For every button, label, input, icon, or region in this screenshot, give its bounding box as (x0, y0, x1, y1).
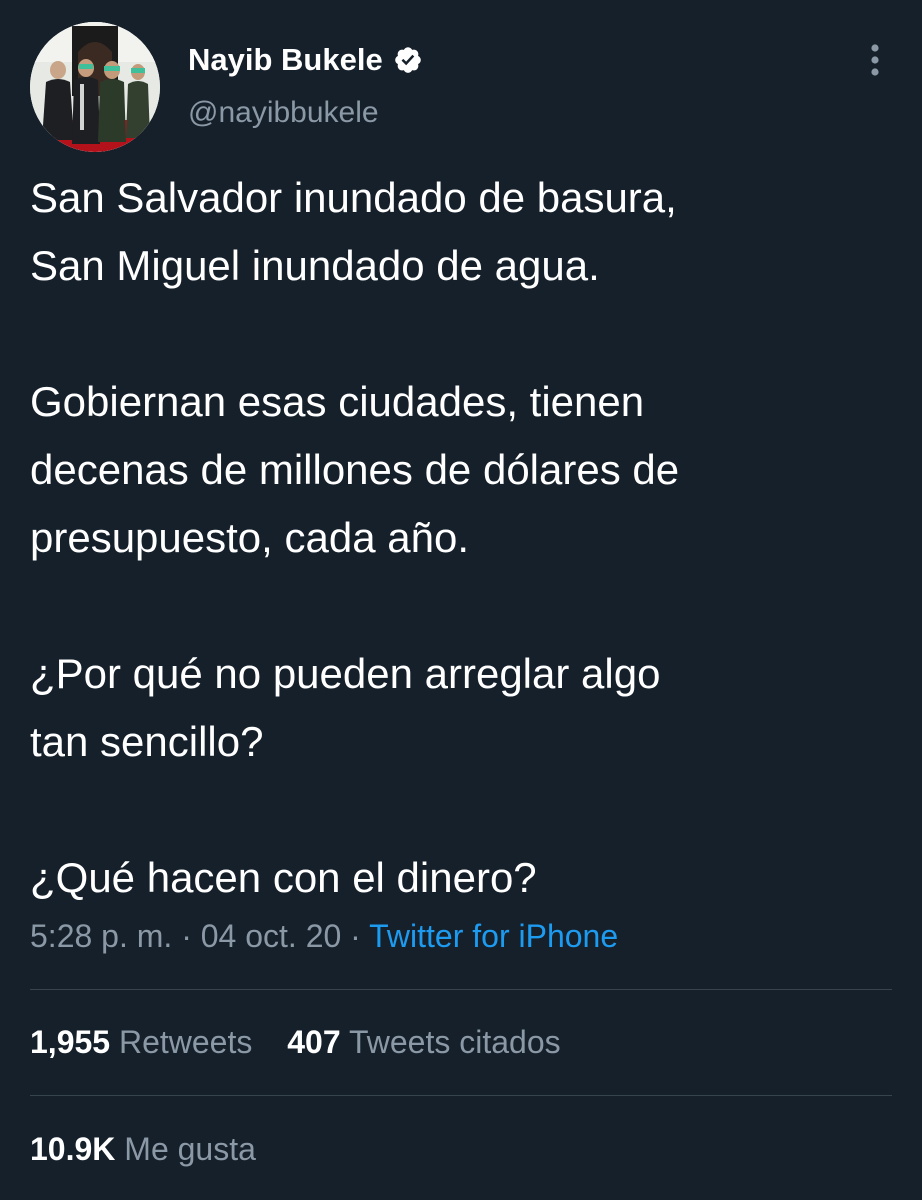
tweet-source-link[interactable]: Twitter for iPhone (369, 918, 618, 954)
tweet-line: ¿Qué hacen con el dinero? (30, 854, 537, 901)
likes-label: Me gusta (124, 1131, 256, 1167)
tweet-text: San Salvador inundado de basura, San Mig… (30, 164, 900, 912)
tweet-paragraph: San Salvador inundado de basura, San Mig… (30, 164, 900, 300)
tweet-paragraph: ¿Por qué no pueden arreglar algo tan sen… (30, 640, 900, 776)
retweets-stat[interactable]: 1,955 Retweets (30, 1024, 252, 1060)
tweet-date[interactable]: 04 oct. 20 (201, 918, 342, 954)
tweet-line: presupuesto, cada año. (30, 514, 469, 561)
author-handle[interactable]: @nayibbukele (188, 96, 379, 130)
divider (30, 989, 892, 990)
more-options-icon[interactable] (861, 40, 889, 80)
profile-photo-icon (30, 22, 160, 152)
tweet-line: ¿Por qué no pueden arreglar algo (30, 650, 661, 697)
tweet-paragraph: ¿Qué hacen con el dinero? (30, 844, 900, 912)
meta-separator: · (181, 918, 192, 954)
tweet-line: San Miguel inundado de agua. (30, 242, 600, 289)
quote-tweets-stat[interactable]: 407 Tweets citados (287, 1024, 560, 1060)
likes-row: 10.9K Me gusta (30, 1131, 282, 1168)
quote-tweets-count: 407 (287, 1024, 341, 1060)
tweet-line: decenas de millones de dólares de (30, 446, 680, 493)
likes-count: 10.9K (30, 1131, 116, 1167)
tweet-line: Gobiernan esas ciudades, tienen (30, 378, 645, 425)
tweet-paragraph: Gobiernan esas ciudades, tienen decenas … (30, 368, 900, 572)
divider (30, 1095, 892, 1096)
tweet-detail: Nayib Bukele @nayibbukele San Salvador i… (0, 0, 922, 1200)
author-name-text[interactable]: Nayib Bukele (188, 42, 383, 78)
retweets-label: Retweets (118, 1024, 253, 1060)
retweets-count: 1,955 (30, 1024, 111, 1060)
tweet-time[interactable]: 5:28 p. m. (30, 918, 172, 954)
quote-tweets-label: Tweets citados (348, 1024, 561, 1060)
meta-separator: · (350, 918, 361, 954)
tweet-line: San Salvador inundado de basura, (30, 174, 677, 221)
tweet-metadata: 5:28 p. m. · 04 oct. 20 · Twitter for iP… (30, 918, 618, 955)
author-name[interactable]: Nayib Bukele (188, 42, 423, 78)
engagement-stats: 1,955 Retweets 407 Tweets citados (30, 1024, 587, 1061)
tweet-line: tan sencillo? (30, 718, 264, 765)
likes-stat[interactable]: 10.9K Me gusta (30, 1131, 256, 1167)
verified-badge-icon (394, 47, 421, 73)
author-avatar[interactable] (30, 22, 160, 152)
